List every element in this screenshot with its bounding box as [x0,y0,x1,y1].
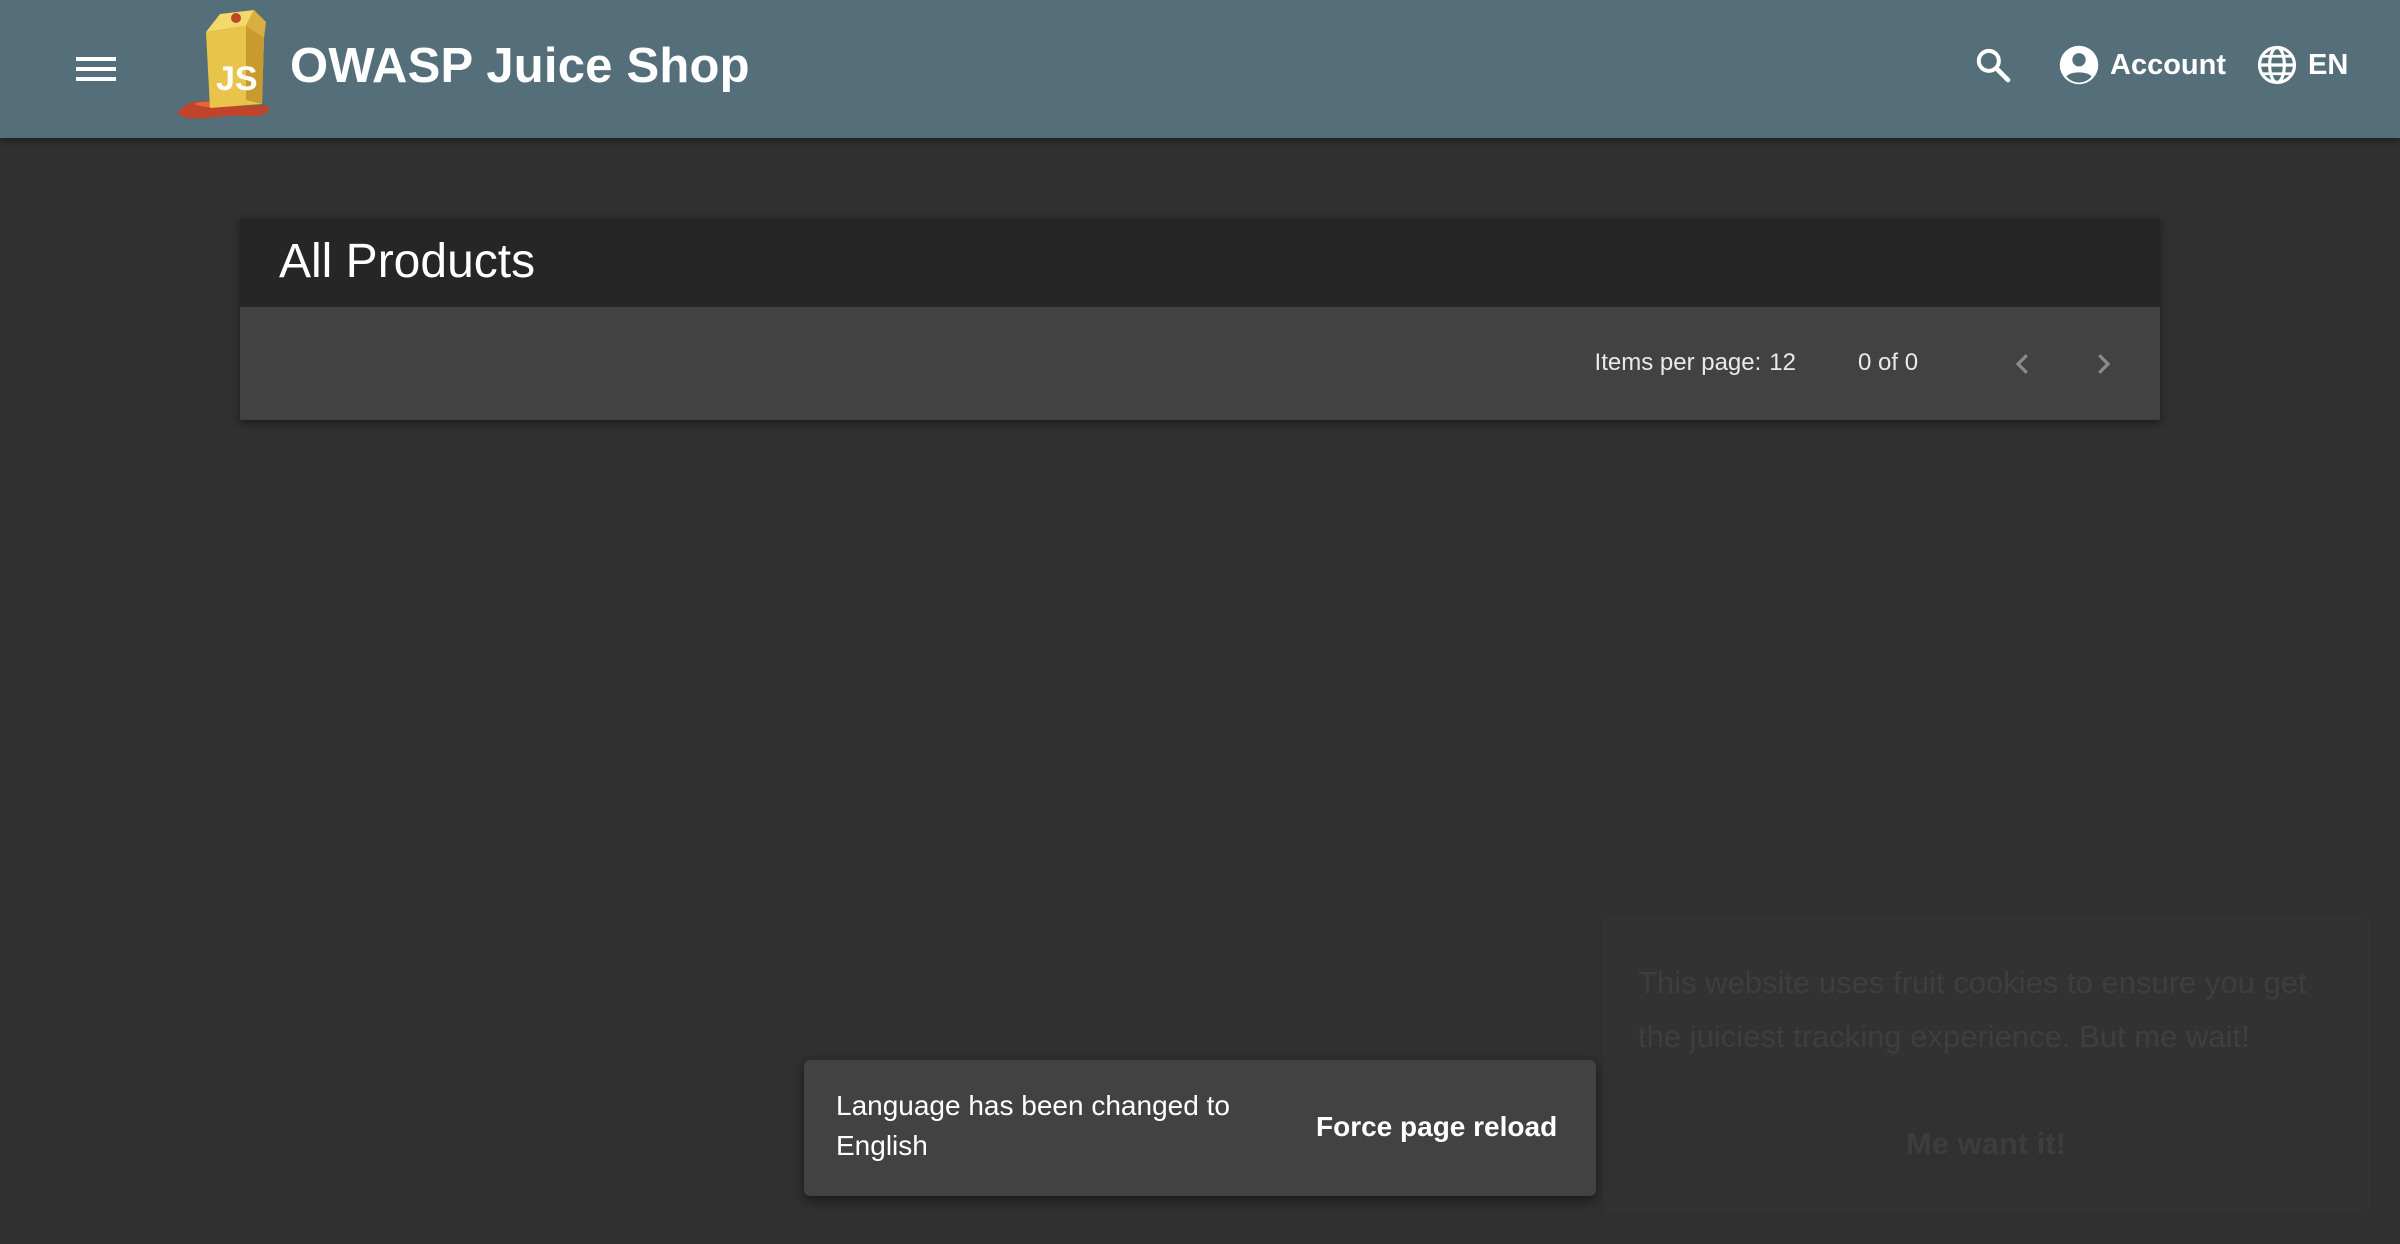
items-per-page[interactable]: Items per page: 12 [1595,347,1796,379]
top-toolbar: JS OWASP Juice Shop Account EN [0,0,2400,138]
next-page-button[interactable] [2076,337,2130,391]
language-button[interactable]: EN [2256,32,2348,98]
snackbar: Language has been changed to English For… [804,1060,1596,1196]
snackbar-message: Language has been changed to English [836,1090,1230,1161]
app-title[interactable]: OWASP Juice Shop [290,34,750,98]
account-button[interactable]: Account [2058,32,2226,98]
globe-icon [2257,45,2297,85]
search-button[interactable] [1966,38,2020,92]
account-circle-icon [2059,45,2099,85]
chevron-right-icon [2098,354,2111,374]
products-card: All Products Items per page: 12 0 of 0 [240,218,2160,420]
items-per-page-label: Items per page: [1594,349,1762,376]
cookie-message: This website uses fruit cookies to ensur… [1638,956,2338,1064]
menu-button[interactable] [60,39,132,99]
card-header: All Products [240,218,2160,307]
paginator: Items per page: 12 0 of 0 [240,307,2160,420]
page-title: All Products [279,235,536,288]
svg-text:JS: JS [216,60,258,98]
previous-page-button[interactable] [1996,337,2050,391]
search-icon [1976,48,2011,83]
cookie-consent-banner: This website uses fruit cookies to ensur… [1602,914,2370,1214]
juice-shop-logo[interactable]: JS [176,8,276,120]
chevron-left-icon [2015,354,2028,374]
paginator-range-label: 0 of 0 [1858,349,1919,376]
account-label: Account [2110,48,2226,81]
items-per-page-value[interactable]: 12 [1769,349,1796,376]
menu-icon [76,57,116,81]
force-reload-button[interactable]: Force page reload [1292,1094,1581,1160]
language-label: EN [2308,48,2349,81]
cookie-learn-more-link[interactable]: But me wait! [2079,1019,2250,1054]
cookie-dismiss-button[interactable]: Me want it! [1816,1104,2156,1184]
